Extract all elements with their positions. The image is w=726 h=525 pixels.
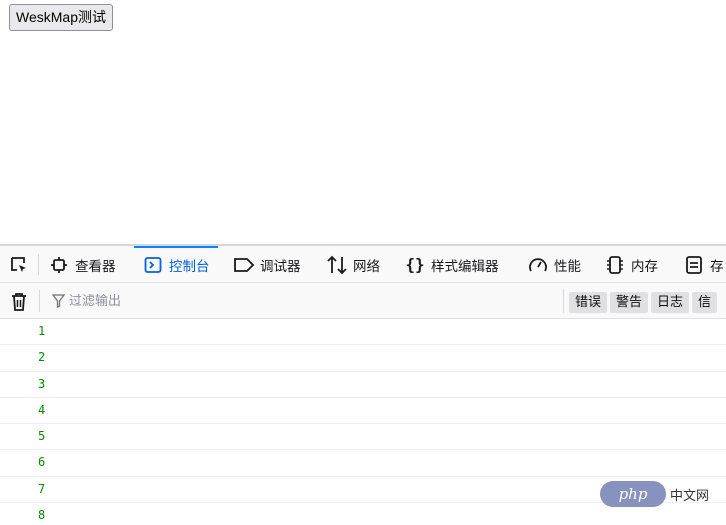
level-info-button[interactable]: 信 <box>692 292 718 313</box>
style-editor-icon: {} <box>405 255 425 274</box>
filter-icon <box>52 294 65 308</box>
weskmap-test-button[interactable]: WeskMap测试 <box>9 4 113 31</box>
toolbar-separator <box>563 289 564 313</box>
watermark-text: 中文网 <box>670 488 710 504</box>
tab-label: 控制台 <box>169 258 210 275</box>
log-value: 6 <box>38 455 46 470</box>
tab-label: 内存 <box>631 258 658 275</box>
filter-box <box>52 283 369 319</box>
log-level-filters: 错误 警告 日志 信 <box>569 292 718 313</box>
level-warnings-button[interactable]: 警告 <box>610 292 649 313</box>
tab-console[interactable]: 控制台 <box>134 246 218 282</box>
tab-label: 网络 <box>353 258 380 275</box>
memory-icon <box>604 254 626 276</box>
log-row: 2 <box>0 345 726 372</box>
tab-label: 样式编辑器 <box>431 258 499 275</box>
performance-icon <box>527 254 549 276</box>
trash-icon <box>12 293 26 311</box>
tab-inspector[interactable]: 查看器 <box>48 246 116 282</box>
log-value: 1 <box>38 324 46 338</box>
log-value: 7 <box>38 481 46 496</box>
toolbar-separator <box>39 290 40 312</box>
tab-label: 性能 <box>554 258 581 275</box>
log-value: 4 <box>38 402 46 417</box>
php-cn-watermark: php 中文网 <box>600 481 709 507</box>
log-row: 5 <box>0 424 726 451</box>
tab-memory[interactable]: 内存 <box>604 246 658 282</box>
level-errors-button[interactable]: 错误 <box>569 292 608 313</box>
devtools-tabbar: 查看器 控制台 调试器 网络 {} 样式编辑器 性能 内存 存 <box>0 246 726 283</box>
storage-icon <box>683 254 705 276</box>
log-value: 3 <box>38 376 46 391</box>
filter-output-input[interactable] <box>69 293 369 309</box>
element-picker-icon <box>11 256 26 272</box>
inspector-icon <box>48 254 70 276</box>
tab-label: 查看器 <box>75 258 116 275</box>
log-row: 3 <box>0 372 726 398</box>
tab-debugger[interactable]: 调试器 <box>233 246 301 282</box>
level-logs-button[interactable]: 日志 <box>651 292 690 313</box>
element-picker-button[interactable] <box>0 246 38 282</box>
tab-storage[interactable]: 存 <box>683 246 724 282</box>
tab-performance[interactable]: 性能 <box>527 246 581 282</box>
log-value: 2 <box>38 350 46 365</box>
php-logo: php <box>600 481 666 507</box>
log-row: 6 <box>0 450 726 477</box>
debugger-icon <box>233 254 255 276</box>
console-toolbar: 错误 警告 日志 信 <box>0 283 726 319</box>
log-value: 5 <box>38 429 46 444</box>
tab-label: 存 <box>710 258 724 275</box>
log-value: 8 <box>38 508 46 523</box>
log-row: 4 <box>0 398 726 425</box>
browser-viewport: WeskMap测试 查看器 控制台 调试器 网络 {} 样式编辑器 性能 内存 … <box>0 0 726 525</box>
network-icon <box>326 254 348 276</box>
clear-console-button[interactable] <box>8 291 30 313</box>
tab-network[interactable]: 网络 <box>326 246 380 282</box>
tabbar-separator <box>38 254 39 275</box>
tab-style-editor[interactable]: {} 样式编辑器 <box>404 246 499 282</box>
tab-label: 调试器 <box>260 258 301 275</box>
console-icon <box>142 254 164 276</box>
log-row: 1 <box>0 319 726 346</box>
